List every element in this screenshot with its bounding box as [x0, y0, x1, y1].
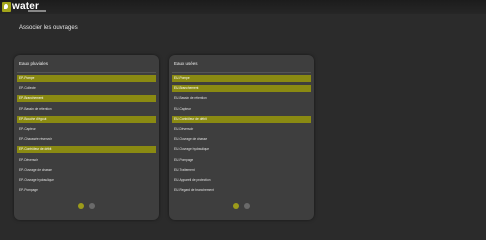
list-item[interactable]: EP-Bouche d'égout: [17, 115, 156, 123]
list-item[interactable]: EP-Pompage: [17, 187, 156, 194]
drop-logo-icon: [2, 2, 11, 12]
list-item[interactable]: EP-Capteur: [17, 126, 156, 133]
list-item[interactable]: EU-Pompage: [172, 157, 311, 164]
list-item[interactable]: EP-Bassin de rétention: [17, 106, 156, 113]
list-item[interactable]: EP-Pompe: [17, 75, 156, 82]
list-item[interactable]: EP-Ouvrage de chasse: [17, 167, 156, 174]
pagination: [169, 203, 314, 209]
works-list: EP-Pompe EP-Collecte EP-Branchement EP-Bass…: [17, 75, 156, 197]
list-item[interactable]: EP-Chaussée réservoir: [17, 136, 156, 143]
list-item[interactable]: EU-Appareil de protection: [172, 177, 311, 184]
list-item[interactable]: EP-Ouvrage hydraulique: [17, 177, 156, 184]
list-item[interactable]: EU-Contrôleur de débit: [172, 115, 311, 123]
list-item[interactable]: EP-Déversoir: [17, 157, 156, 164]
list-item[interactable]: EP-Branchement: [17, 95, 156, 103]
page-dot[interactable]: [233, 203, 239, 209]
pagination: [14, 203, 159, 209]
list-item[interactable]: EU-Branchement: [172, 85, 311, 93]
page-dot[interactable]: [78, 203, 84, 209]
panel-title: Eaux usées: [174, 61, 198, 66]
page-dot[interactable]: [89, 203, 95, 209]
app-header: water: [0, 0, 486, 14]
panel-title: Eaux pluviales: [19, 61, 49, 66]
list-item[interactable]: EU-Regard de branchement: [172, 187, 311, 194]
divider: [17, 72, 156, 73]
page-title: Associer les ouvrages: [19, 25, 78, 31]
panel-eaux-usees: Eaux usées EU-Pompe EU-Branchement EU-Bass…: [169, 55, 314, 220]
page-dot[interactable]: [244, 203, 250, 209]
list-item[interactable]: EU-Ouvrage de chasse: [172, 136, 311, 143]
panel-eaux-pluviales: Eaux pluviales EP-Pompe EP-Collecte EP-Bra…: [14, 55, 159, 220]
list-item[interactable]: EP-Contrôleur de débit: [17, 146, 156, 154]
divider: [172, 72, 311, 73]
works-list: EU-Pompe EU-Branchement EU-Bassin de réten…: [172, 75, 311, 197]
list-item[interactable]: EU-Ouvrage hydraulique: [172, 146, 311, 153]
list-item[interactable]: EU-Capteur: [172, 106, 311, 113]
list-item[interactable]: EU-Déversoir: [172, 126, 311, 133]
list-item[interactable]: EP-Collecte: [17, 85, 156, 92]
list-item[interactable]: EU-Traitement: [172, 167, 311, 174]
list-item[interactable]: EU-Pompe: [172, 75, 311, 82]
logo-tagline-bar: [28, 10, 46, 12]
list-item[interactable]: EU-Bassin de rétention: [172, 95, 311, 102]
